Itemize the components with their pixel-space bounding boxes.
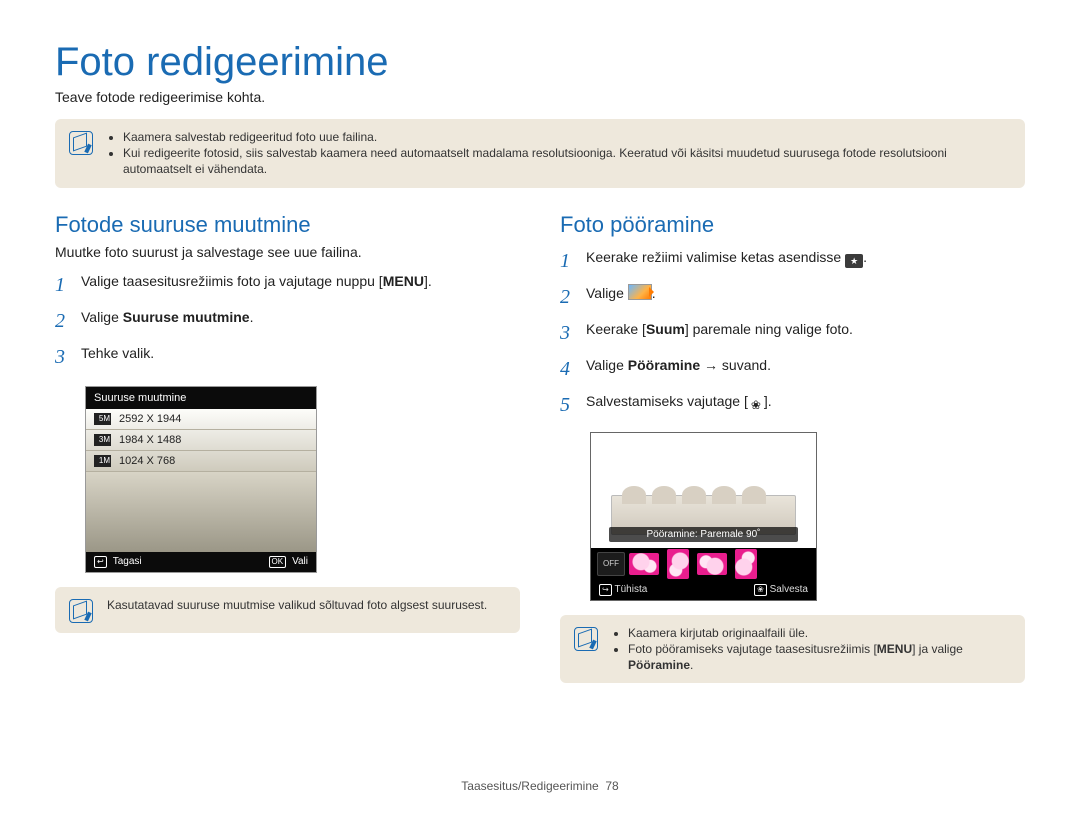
step-text: Valige Pööramine → suvand. xyxy=(586,356,771,374)
rotation-thumb[interactable] xyxy=(735,549,757,579)
back-button[interactable]: ↩Tagasi xyxy=(94,556,142,568)
step-text: Valige Suuruse muutmine. xyxy=(81,308,253,326)
note-icon xyxy=(69,131,93,155)
tip-item: Kaamera salvestab redigeeritud foto uue … xyxy=(123,129,1011,145)
tip-item: Kui redigeerite fotosid, siis salvestab … xyxy=(123,145,1011,177)
mode-dial-icon: ★ xyxy=(845,254,863,268)
camera-lcd-rotate: Pööramine: Paremale 90˚ OFF ↩ Tühista ❀ … xyxy=(590,432,817,601)
macro-icon: ❀ xyxy=(754,584,767,596)
step-number: 3 xyxy=(55,344,71,370)
step-number: 3 xyxy=(560,320,576,346)
rotation-thumb[interactable] xyxy=(667,549,689,579)
step-number: 2 xyxy=(560,284,576,310)
rotation-thumb[interactable] xyxy=(697,553,727,575)
back-key-icon: ↩ xyxy=(94,556,107,568)
resolution-label: 1984 X 1488 xyxy=(119,434,181,446)
ok-button[interactable]: OKVali xyxy=(269,556,309,568)
step-number: 5 xyxy=(560,392,576,418)
rotation-off[interactable]: OFF xyxy=(597,552,625,576)
resolution-icon: 5M xyxy=(94,413,111,425)
step-text: Keerake [Suum] paremale ning valige foto… xyxy=(586,320,853,338)
rotation-thumb[interactable] xyxy=(629,553,659,575)
tip-box-resize: Kasutatavad suuruse muutmise valikud sõl… xyxy=(55,587,520,633)
resolution-icon: 1M xyxy=(94,455,111,467)
tip-box-top: Kaamera salvestab redigeeritud foto uue … xyxy=(55,119,1025,188)
section-rotate: Foto pööramine 1 Keerake režiimi valimis… xyxy=(560,212,1025,684)
resize-option[interactable]: 3M 1984 X 1488 xyxy=(86,430,316,451)
save-button[interactable]: ❀ Salvesta xyxy=(754,584,808,596)
tip-item: Foto pööramiseks vajutage taasesitusreži… xyxy=(628,641,1011,673)
resize-option[interactable]: 5M 2592 X 1944 xyxy=(86,409,316,430)
step-number: 2 xyxy=(55,308,71,334)
page-footer: Taasesitus/Redigeerimine 78 xyxy=(0,779,1080,793)
tip-text: Kasutatavad suuruse muutmise valikud sõl… xyxy=(107,597,487,613)
macro-icon: ❀ xyxy=(748,397,764,413)
resize-sub: Muutke foto suurust ja salvestage see uu… xyxy=(55,244,520,260)
back-key-icon: ↩ xyxy=(599,584,612,596)
rotation-label: Pööramine: Paremale 90˚ xyxy=(609,527,798,542)
note-icon xyxy=(69,599,93,623)
step-number: 4 xyxy=(560,356,576,382)
resolution-label: 1024 X 768 xyxy=(119,455,175,467)
ok-key-icon: OK xyxy=(269,556,287,568)
step-text: Valige taasesitusrežiimis foto ja vajuta… xyxy=(81,272,432,290)
step-text: Salvestamiseks vajutage [❀]. xyxy=(586,392,772,414)
rotate-heading: Foto pööramine xyxy=(560,212,1025,238)
tip-box-rotate: Kaamera kirjutab originaalfaili üle. Fot… xyxy=(560,615,1025,684)
step-text: Tehke valik. xyxy=(81,344,154,362)
note-icon xyxy=(574,627,598,651)
section-resize: Fotode suuruse muutmine Muutke foto suur… xyxy=(55,212,520,684)
tip-item: Kaamera kirjutab originaalfaili üle. xyxy=(628,625,1011,641)
resolution-label: 2592 X 1944 xyxy=(119,413,181,425)
rotation-strip: OFF xyxy=(591,548,816,580)
camera-lcd-resize: Suuruse muutmine 5M 2592 X 1944 3M 1984 … xyxy=(85,386,317,573)
page-title: Foto redigeerimine xyxy=(55,40,1025,85)
step-text: Valige . xyxy=(586,284,656,302)
cancel-button[interactable]: ↩ Tühista xyxy=(599,584,647,596)
step-number: 1 xyxy=(55,272,71,298)
resolution-icon: 3M xyxy=(94,434,111,446)
gallery-icon xyxy=(628,284,652,300)
lcd-title: Suuruse muutmine xyxy=(86,387,316,409)
step-text: Keerake režiimi valimise ketas asendisse… xyxy=(586,248,867,269)
resize-heading: Fotode suuruse muutmine xyxy=(55,212,520,238)
resize-option[interactable]: 1M 1024 X 768 xyxy=(86,451,316,472)
step-number: 1 xyxy=(560,248,576,274)
page-lead: Teave fotode redigeerimise kohta. xyxy=(55,89,1025,105)
